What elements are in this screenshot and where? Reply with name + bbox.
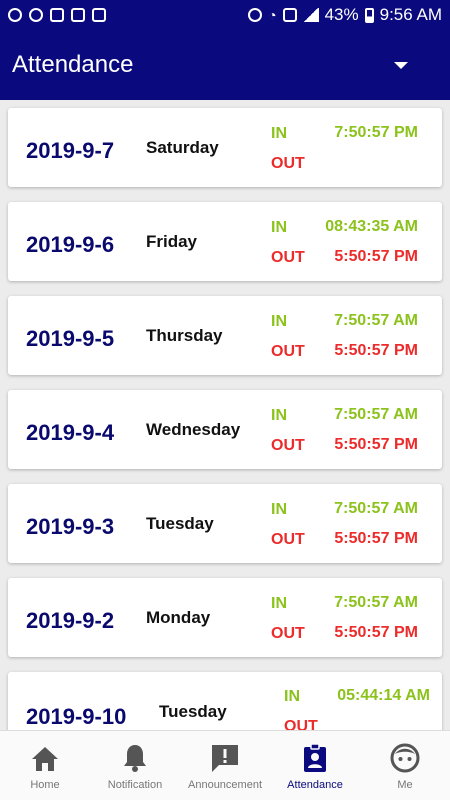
record-day: Thursday — [146, 326, 223, 345]
attendance-card[interactable]: 2019-9-10 Tuesday IN 05:44:14 AM OUT — [8, 672, 442, 730]
image-icon — [50, 8, 64, 22]
in-time: 05:44:14 AM — [337, 687, 430, 704]
record-day: Friday — [146, 232, 198, 251]
record-date: 2019-9-5 — [26, 326, 115, 351]
attendance-card[interactable]: 2019-9-4 Wednesday IN 7:50:57 AM OUT 5:5… — [8, 390, 442, 469]
in-label: IN — [271, 125, 287, 142]
attendance-card[interactable]: 2019-9-6 Friday IN 08:43:35 AM OUT 5:50:… — [8, 202, 442, 281]
out-label: OUT — [271, 531, 305, 548]
in-time: 7:50:57 AM — [334, 312, 418, 329]
record-day: Saturday — [146, 138, 219, 157]
facebook-icon — [29, 8, 43, 22]
bottom-nav: Home Notification Announcement Attendanc… — [0, 730, 450, 800]
in-label: IN — [271, 219, 287, 236]
page-title: Attendance — [12, 51, 134, 78]
battery-icon — [364, 7, 374, 23]
out-time: 5:50:57 PM — [334, 436, 418, 453]
in-time: 7:50:57 AM — [334, 594, 418, 611]
nav-me[interactable]: Me — [360, 731, 450, 800]
home-icon — [29, 741, 61, 773]
attendance-list[interactable]: 2019-9-7 Saturday IN 7:50:57 PM OUT 2019… — [0, 100, 450, 730]
alarm-icon — [248, 8, 263, 22]
in-time: 08:43:35 AM — [325, 218, 418, 235]
record-day: Monday — [146, 608, 211, 627]
nav-announcement[interactable]: Announcement — [180, 731, 270, 800]
announcement-icon — [209, 741, 241, 773]
attendance-card[interactable]: 2019-9-5 Thursday IN 7:50:57 AM OUT 5:50… — [8, 296, 442, 375]
attendance-card[interactable]: 2019-9-3 Tuesday IN 7:50:57 AM OUT 5:50:… — [8, 484, 442, 563]
in-label: IN — [271, 501, 287, 518]
clock: 9:56 AM — [379, 5, 442, 24]
nav-label: Notification — [107, 779, 163, 791]
record-date: 2019-9-4 — [26, 420, 115, 445]
message-icon — [71, 8, 85, 22]
status-bar: ◔ 43% 9:56 AM — [0, 0, 450, 30]
record-day: Tuesday — [159, 702, 227, 721]
nav-label: Me — [397, 779, 413, 791]
out-label: OUT — [284, 718, 318, 730]
nav-home[interactable]: Home — [0, 731, 90, 800]
record-date: 2019-9-7 — [26, 138, 115, 163]
record-date: 2019-9-6 — [26, 232, 115, 257]
app-bar: Attendance — [0, 30, 450, 100]
out-label: OUT — [271, 625, 305, 642]
out-time: 5:50:57 PM — [334, 530, 418, 547]
nav-label: Home — [30, 779, 60, 791]
out-label: OUT — [271, 155, 305, 172]
in-label: IN — [284, 688, 300, 705]
record-date: 2019-9-10 — [26, 704, 127, 729]
in-time: 7:50:57 AM — [334, 500, 418, 517]
record-date: 2019-9-2 — [26, 608, 115, 633]
battery-percent: 43% — [324, 5, 359, 24]
wifi-icon: ◔ — [268, 7, 277, 23]
badge-icon — [299, 741, 331, 773]
in-label: IN — [271, 407, 287, 424]
in-label: IN — [271, 595, 287, 612]
in-time: 7:50:57 AM — [334, 406, 418, 423]
nav-notification[interactable]: Notification — [90, 731, 180, 800]
out-time: 5:50:57 PM — [334, 624, 418, 641]
signal-icon — [302, 8, 319, 22]
out-label: OUT — [271, 343, 305, 360]
message-icon — [92, 8, 106, 22]
out-time: 5:50:57 PM — [334, 248, 418, 265]
bell-icon — [119, 741, 151, 773]
record-day: Tuesday — [146, 514, 214, 533]
out-label: OUT — [271, 437, 305, 454]
nav-label: Attendance — [287, 779, 343, 791]
system-status: ◔ 43% 9:56 AM — [248, 5, 442, 25]
in-time: 7:50:57 PM — [334, 124, 418, 141]
nav-attendance[interactable]: Attendance — [270, 731, 360, 800]
out-time: 5:50:57 PM — [334, 342, 418, 359]
call-icon — [282, 8, 297, 22]
out-label: OUT — [271, 249, 305, 266]
notification-icons — [8, 8, 106, 22]
face-icon — [389, 741, 421, 773]
record-date: 2019-9-3 — [26, 514, 115, 539]
record-day: Wednesday — [146, 420, 241, 439]
in-label: IN — [271, 313, 287, 330]
attendance-card[interactable]: 2019-9-7 Saturday IN 7:50:57 PM OUT — [8, 108, 442, 187]
nav-label: Announcement — [188, 779, 262, 791]
facebook-icon — [8, 8, 22, 22]
attendance-card[interactable]: 2019-9-2 Monday IN 7:50:57 AM OUT 5:50:5… — [8, 578, 442, 657]
dropdown-arrow-icon[interactable] — [394, 61, 408, 69]
